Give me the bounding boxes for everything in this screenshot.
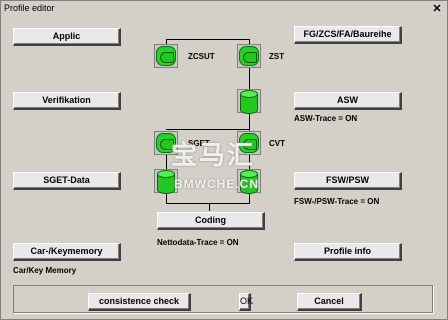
coding-button[interactable]: Coding [157, 212, 265, 230]
car-key-memory-label: Car/Key Memory [13, 266, 77, 275]
nettodata-trace-label: Nettodata-Trace = ON [157, 238, 239, 247]
connector-line [166, 203, 250, 204]
zcsut-label: ZCSUT [188, 52, 215, 61]
applic-button[interactable]: Applic [13, 28, 121, 46]
window-title: Profile editor [4, 3, 55, 13]
fsw-psw-button[interactable]: FSW/PSW [294, 172, 402, 190]
database-icon[interactable] [237, 89, 261, 114]
consistence-check-button[interactable]: consistence check [88, 293, 191, 311]
cvt-label: CVT [269, 139, 285, 148]
profile-info-button[interactable]: Profile info [294, 243, 402, 261]
title-bar: Profile editor ✕ [1, 1, 447, 17]
zcsut-ecu-icon[interactable] [154, 44, 178, 68]
asw-button[interactable]: ASW [294, 92, 402, 110]
car-keymemory-button[interactable]: Car-/Keymemory [13, 243, 121, 261]
connector-line [249, 68, 250, 89]
zst-ecu-icon[interactable] [237, 44, 261, 68]
watermark-logo: 宝马汇 [171, 140, 256, 170]
asw-trace-label: ASW-Trace = ON [294, 114, 358, 123]
close-icon[interactable]: ✕ [431, 3, 443, 15]
connector-line [166, 39, 167, 44]
connector-line [249, 39, 250, 44]
fg-zcs-fa-baureihe-button[interactable]: FG/ZCS/FA/Baureihe [294, 26, 402, 44]
zst-label: ZST [269, 52, 285, 61]
watermark-text: BMWCHE.CN [174, 177, 259, 191]
connector-line [166, 129, 250, 130]
sget-data-button[interactable]: SGET-Data [13, 172, 121, 190]
connector-line [166, 155, 167, 169]
fsw-psw-trace-label: FSW-/PSW-Trace = ON [294, 197, 380, 206]
profile-editor-window: Profile editor ✕ Applic Verifikation SGE… [0, 0, 448, 320]
connector-line [249, 193, 250, 203]
verifikation-button[interactable]: Verifikation [13, 92, 121, 110]
connector-line [166, 39, 250, 40]
connector-line [209, 203, 210, 211]
cancel-button[interactable]: Cancel [297, 293, 362, 311]
ok-button[interactable]: OK [239, 293, 253, 311]
connector-line [166, 193, 167, 203]
action-button-group [13, 285, 433, 313]
